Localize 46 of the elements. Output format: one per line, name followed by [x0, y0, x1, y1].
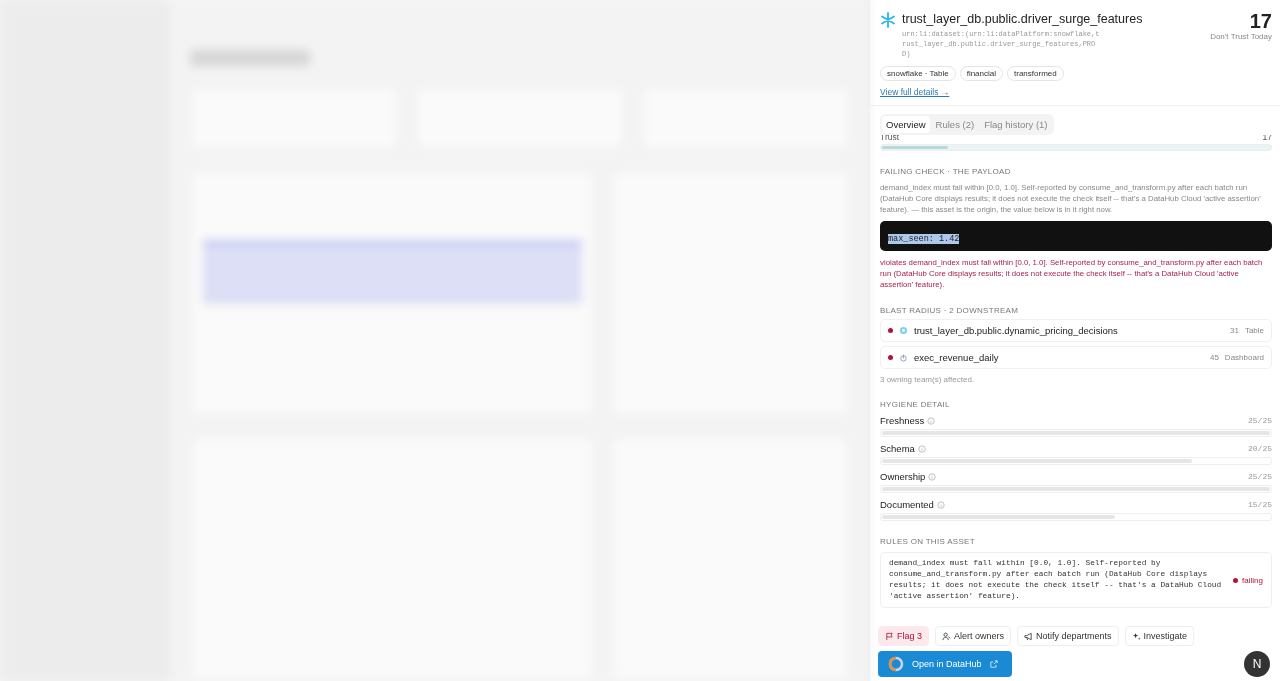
- info-icon[interactable]: [936, 500, 945, 509]
- section-heading: FAILING CHECK · THE PAYLOAD: [880, 167, 1012, 176]
- open-datahub-button[interactable]: Open in DataHub: [878, 651, 1012, 677]
- trust-label: Trust: [880, 135, 900, 141]
- action-button[interactable]: Flag 3: [878, 626, 929, 646]
- sparkle-icon: [1131, 631, 1141, 641]
- payload-value: max_seen: 1.42: [888, 234, 960, 244]
- tab[interactable]: Overview: [882, 116, 930, 133]
- asset-title: trust_layer_db.public.driver_surge_features: [902, 11, 1144, 28]
- hygiene-label: Documented: [880, 499, 934, 510]
- trust-verdict: Don't Trust Today: [1210, 32, 1272, 41]
- action-button[interactable]: Investigate: [1124, 626, 1195, 646]
- view-details-link[interactable]: View full details →: [880, 87, 950, 97]
- avatar[interactable]: N: [1244, 651, 1270, 677]
- rule-status: failing: [1242, 575, 1263, 585]
- hygiene-value: 25/25: [1248, 472, 1272, 481]
- hygiene-value: 25/25: [1248, 416, 1272, 425]
- downstream-name: trust_layer_db.public.dynamic_pricing_decisions: [914, 325, 1119, 336]
- downstream-type: Table: [1244, 326, 1264, 335]
- trust-score: 17: [1248, 10, 1272, 32]
- section-heading: HYGIENE DETAIL: [880, 400, 951, 409]
- downstream-score: 31: [1229, 326, 1239, 335]
- datahub-logo: [888, 656, 904, 672]
- section-heading: RULES ON THIS ASSET: [880, 537, 976, 546]
- teams-note: 3 owning team(s) affected.: [880, 375, 976, 384]
- action-button[interactable]: Alert owners: [935, 626, 1012, 646]
- hygiene-label: Freshness: [880, 415, 925, 426]
- hygiene-label: Schema: [880, 443, 915, 454]
- info-icon[interactable]: [928, 472, 937, 481]
- info-icon[interactable]: [927, 416, 936, 425]
- hygiene-value: 15/25: [1248, 500, 1272, 509]
- downstream-type: Dashboard: [1224, 353, 1264, 362]
- megaphone-icon: [1024, 631, 1034, 641]
- person-icon: [942, 631, 951, 641]
- downstream-score: 45: [1209, 353, 1219, 362]
- downstream-item[interactable]: exec_revenue_daily 45 Dashboard: [880, 346, 1272, 369]
- section-heading: BLAST RADIUS · 2 DOWNSTREAM: [880, 306, 1020, 315]
- external-link-icon: [989, 660, 998, 668]
- hygiene-value: 20/25: [1248, 444, 1272, 453]
- action-button[interactable]: Notify departments: [1017, 626, 1119, 646]
- trust-value: 17: [1262, 135, 1272, 141]
- downstream-name: exec_revenue_daily: [914, 352, 1000, 363]
- info-icon[interactable]: [917, 444, 926, 453]
- flag-icon: [885, 631, 894, 641]
- downstream-item[interactable]: trust_layer_db.public.dynamic_pricing_decisions 31 Table: [880, 319, 1272, 342]
- hygiene-label: Ownership: [880, 471, 926, 482]
